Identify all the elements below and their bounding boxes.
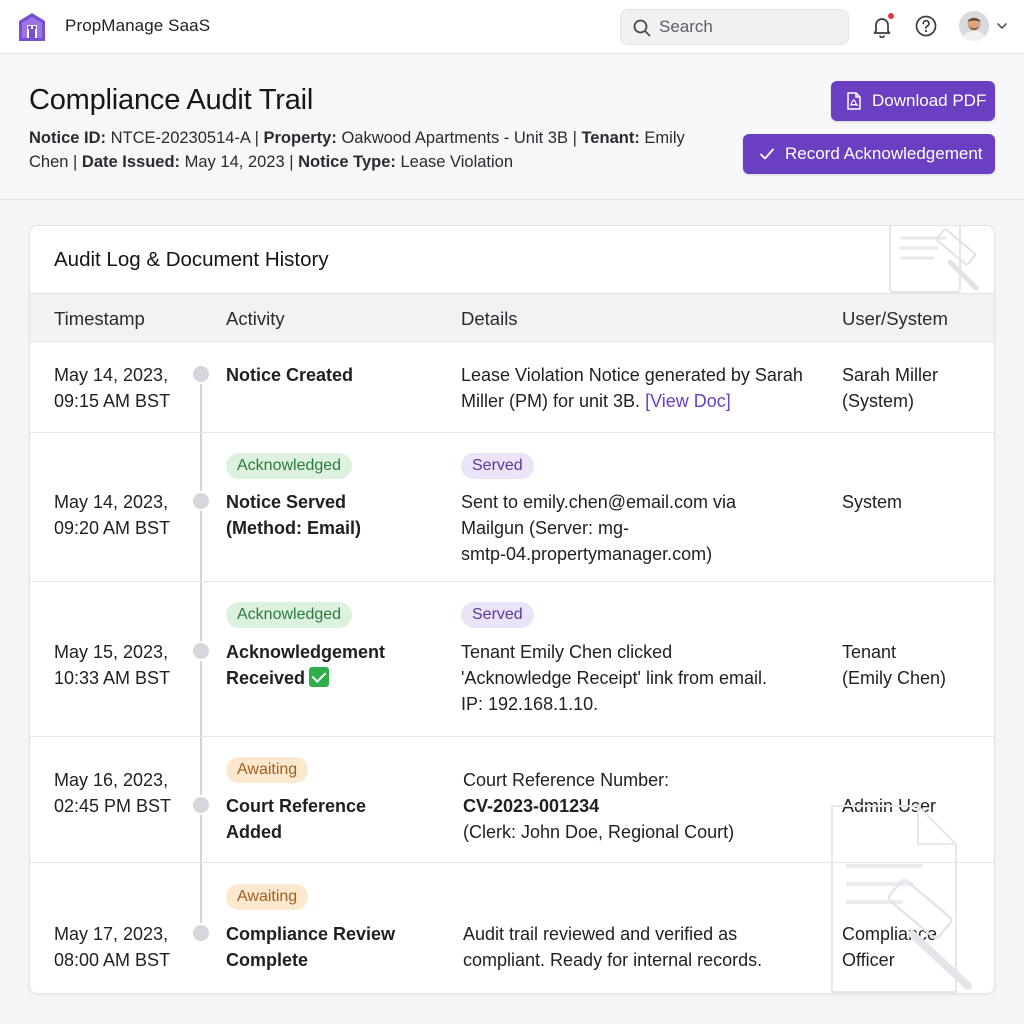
activity-name: Court Reference Added [226, 796, 367, 842]
timeline-dot [191, 641, 211, 661]
activity-name: Notice Served (Method: Email) [226, 492, 361, 538]
timeline-dot [191, 364, 211, 384]
gavel-document-watermark-icon [831, 805, 972, 993]
page-header: Compliance Audit Trail Notice ID: NTCE-2… [0, 54, 1024, 200]
notice-type: Lease Violation [400, 153, 514, 171]
house-logo-icon[interactable] [18, 12, 46, 42]
activity-name: Notice Created [226, 365, 354, 385]
property-name: Oakwood Apartments - Unit 3B [341, 129, 568, 147]
status-badge-served: Served [461, 602, 534, 628]
activity-details: Lease Violation Notice generated by Sara… [461, 365, 803, 411]
notice-id-label: Notice ID: [29, 129, 107, 147]
download-pdf-button[interactable]: Download PDF [831, 81, 995, 121]
activity-name: Compliance Review Complete [226, 924, 396, 970]
activity-details: Court Reference Number: CV-2023-001234 (… [463, 767, 833, 845]
property-label: Property: [263, 129, 337, 147]
search-icon [633, 19, 651, 37]
activity-details: Tenant Emily Chen clicked 'Acknowledge Re… [461, 642, 767, 714]
column-header-timestamp: Timestamp [54, 308, 145, 329]
audit-log-title: Audit Log & Document History [54, 248, 329, 271]
download-pdf-label: Download PDF [872, 91, 987, 110]
timestamp: May 14, 2023, 09:15 AM BST [54, 365, 171, 411]
help-icon [915, 15, 937, 37]
timestamp: May 17, 2023, 08:00 AM BST [54, 924, 171, 970]
user-system: Tenant (Emily Chen) [842, 642, 947, 688]
date-issued: May 14, 2023 [184, 153, 285, 171]
record-acknowledgement-label: Record Acknowledgement [785, 144, 983, 163]
column-header-activity: Activity [226, 308, 285, 329]
notice-id: NTCE-20230514-A [110, 129, 251, 147]
timestamp: May 15, 2023, 10:33 AM BST [54, 642, 171, 688]
timestamp: May 14, 2023, 09:20 AM BST [54, 492, 171, 538]
timeline-dot [191, 923, 211, 943]
date-issued-label: Date Issued: [81, 153, 181, 171]
column-header-details: Details [461, 308, 518, 329]
table-row[interactable]: Acknowledged Served May 14, 2023, 09:20 A… [30, 433, 994, 582]
view-doc-link[interactable]: [View Doc] [645, 391, 731, 411]
status-badge-served: Served [461, 453, 534, 479]
search-box[interactable] [620, 9, 849, 45]
help-button[interactable] [914, 14, 940, 40]
user-system: System [842, 492, 903, 512]
timeline-dot [191, 491, 211, 511]
page-title: Compliance Audit Trail [29, 84, 314, 116]
table-row[interactable]: Acknowledged Served May 15, 2023, 10:33 A… [30, 582, 994, 737]
tenant-label: Tenant: [581, 129, 640, 147]
timestamp: May 16, 2023, 02:45 PM BST [54, 770, 172, 816]
column-header-user-system: User/System [842, 308, 948, 329]
table-header: Timestamp Activity Details User/System [30, 293, 994, 342]
search-input[interactable] [659, 16, 839, 38]
status-badge-acknowledged: Acknowledged [226, 453, 353, 479]
notification-dot [888, 13, 894, 19]
user-system: Sarah Miller (System) [842, 365, 939, 411]
notice-metadata: Notice ID: NTCE-20230514-A | Property: O… [29, 129, 685, 171]
pdf-file-icon [847, 92, 861, 110]
record-acknowledgement-button[interactable]: Record Acknowledgement [743, 134, 995, 174]
timeline-dot [191, 795, 211, 815]
audit-log-card: Audit Log & Document History Timestamp A… [29, 225, 995, 994]
notifications-button[interactable] [870, 13, 896, 40]
user-avatar-icon [959, 11, 989, 41]
check-icon [760, 148, 774, 160]
checkmark-icon [309, 667, 330, 687]
table-row[interactable]: May 14, 2023, 09:15 AM BST Notice Created… [30, 342, 994, 433]
app-title: PropManage SaaS [65, 16, 211, 35]
activity-details: Sent to emily.chen@email.com via Mailgun … [461, 492, 737, 564]
chevron-down-icon[interactable] [996, 20, 1008, 32]
notice-type-label: Notice Type: [298, 153, 396, 171]
court-reference-number: CV-2023-001234 [463, 796, 600, 816]
status-badge-awaiting: Awaiting [226, 884, 309, 910]
gavel-document-watermark-icon [889, 226, 979, 293]
activity-name: Acknowledgement Received [226, 642, 386, 688]
avatar[interactable] [959, 11, 989, 41]
status-badge-awaiting: Awaiting [226, 757, 309, 783]
activity-details: Audit trail reviewed and verified as comp… [463, 924, 763, 970]
status-badge-acknowledged: Acknowledged [226, 602, 353, 628]
top-navigation-bar: PropManage SaaS [0, 0, 1024, 54]
